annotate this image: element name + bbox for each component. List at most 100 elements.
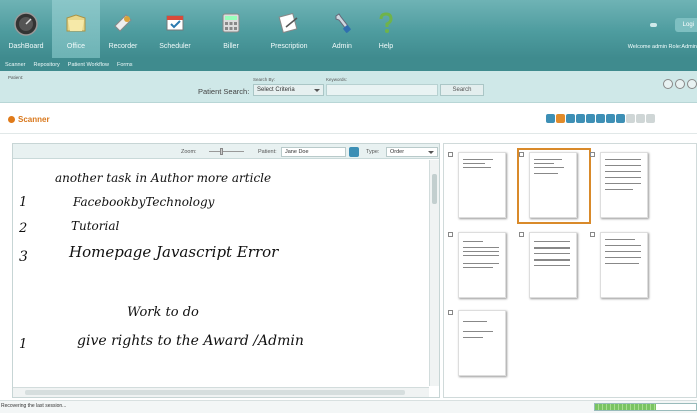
document-viewer: Zoom: Patient: Jane Doe Type: Order anot… [12,143,440,398]
thumbnail-page [458,310,506,376]
calculator-icon [222,13,240,33]
help-icon[interactable] [675,79,685,89]
nav-label: Office [66,43,86,50]
patient-small-label: Patient: [8,75,24,80]
zoom-slider[interactable] [209,151,244,152]
thumbnail-checkbox[interactable] [448,310,453,315]
search-by-label: Search By: [253,77,276,82]
calendar-icon [166,15,184,31]
progress-bar [594,403,697,411]
nav-label: Biller [223,43,239,50]
thumbnail-page [458,152,506,218]
thumbnail-checkbox[interactable] [590,232,595,237]
progress-fill [595,404,656,410]
top-navigation-bar: DashBoard Office Recorder Scheduler Bill… [0,0,697,58]
thumbnail-page [458,232,506,298]
search-icon[interactable] [349,147,359,157]
chevron-down-icon [428,151,434,154]
thumbnail-item[interactable] [446,306,520,382]
search-criteria-select[interactable]: Select Criteria [253,84,324,96]
subnav-patient-workflow[interactable]: Patient Workflow [68,62,109,68]
divider [0,133,697,134]
nav-label: Prescription [270,43,308,50]
nav-scheduler[interactable]: Scheduler [146,0,204,58]
horizontal-scrollbar[interactable] [13,387,429,397]
prev-icon[interactable] [626,114,635,123]
rotate-icon[interactable] [576,114,585,123]
help-circle-icons [663,79,697,89]
zoom-slider-handle[interactable] [220,148,223,155]
folder-icon [66,14,86,32]
nav-office[interactable]: Office [52,0,100,58]
edit-icon[interactable] [566,114,575,123]
thumbnail-checkbox[interactable] [448,152,453,157]
import-icon[interactable] [556,114,565,123]
patient-field[interactable]: Jane Doe [281,147,346,157]
status-bar: Recovering the last session... [0,400,697,413]
scanner-dot-icon [8,116,15,123]
type-select[interactable]: Order [386,147,438,157]
scanner-header: Scanner [0,112,697,128]
nav-dashboard[interactable]: DashBoard [0,0,52,58]
nav-recorder[interactable]: Recorder [100,0,146,58]
logout-button[interactable]: Logi [675,18,697,32]
nav-prescription[interactable]: Prescription [258,0,320,58]
thumbnail-item-selected[interactable] [517,148,591,224]
thumbnail-page [529,152,577,218]
type-label: Type: [366,149,380,155]
info-icon[interactable] [663,79,673,89]
scanner-title-text: Scanner [18,115,50,124]
scanner-toolbar [546,114,655,123]
thumbnail-item[interactable] [446,228,520,304]
main-nav: DashBoard Office Recorder Scheduler Bill… [0,0,408,58]
thumbnail-checkbox[interactable] [448,232,453,237]
scrollbar-thumb[interactable] [432,174,437,204]
handwriting-numeral: 3 [19,249,28,265]
welcome-text: Welcome admin Role:Admin [627,44,697,50]
thumbnail-checkbox[interactable] [519,152,524,157]
scanner-title: Scanner [8,115,50,124]
search-button[interactable]: Search [440,84,484,96]
prescription-icon [278,12,298,34]
sub-navigation: Scanner Repository Patient Workflow Form… [0,58,697,71]
nav-admin[interactable]: Admin [320,0,364,58]
thumbnail-checkbox[interactable] [519,232,524,237]
handwriting-line: Work to do [127,305,199,320]
merge-icon[interactable] [596,114,605,123]
keywords-input[interactable] [326,84,438,96]
split-icon[interactable] [606,114,615,123]
nav-label: Scheduler [159,43,191,50]
thumbnail-item[interactable] [517,228,591,304]
thumbnail-panel [443,143,697,398]
thumbnail-page [600,152,648,218]
save-icon[interactable] [616,114,625,123]
chevron-down-icon [314,89,320,92]
thumbnail-checkbox[interactable] [590,152,595,157]
next-icon[interactable] [636,114,645,123]
thumbnail-item[interactable] [588,148,662,224]
recorder-icon [114,14,132,32]
handwriting-line: give rights to the Award /Admin [77,333,304,349]
viewer-toolbar: Zoom: Patient: Jane Doe Type: Order [13,144,439,159]
thumbnail-item[interactable] [446,148,520,224]
refresh-icon[interactable] [646,114,655,123]
handwriting-line: another task in Author more article [55,171,272,185]
scrollbar-thumb[interactable] [25,390,405,395]
thumbnail-page [529,232,577,298]
nav-biller[interactable]: Biller [204,0,258,58]
patient-search-label: Patient Search: [198,87,250,96]
subnav-repository[interactable]: Repository [34,62,60,68]
scan-icon[interactable] [546,114,555,123]
handwriting-numeral: 2 [19,221,28,236]
subnav-forms[interactable]: Forms [117,62,133,68]
vertical-scrollbar[interactable] [429,160,439,386]
handwriting-line: Tutorial [71,219,120,233]
nav-help[interactable]: Help [364,0,408,58]
handwriting-line: FacebookbyTechnology [73,195,215,209]
settings-icon[interactable] [687,79,697,89]
handwriting-line: Homepage Javascript Error [69,243,279,261]
thumbnail-item[interactable] [588,228,662,304]
power-icon[interactable] [650,23,657,27]
subnav-scanner[interactable]: Scanner [5,62,26,68]
crop-icon[interactable] [586,114,595,123]
